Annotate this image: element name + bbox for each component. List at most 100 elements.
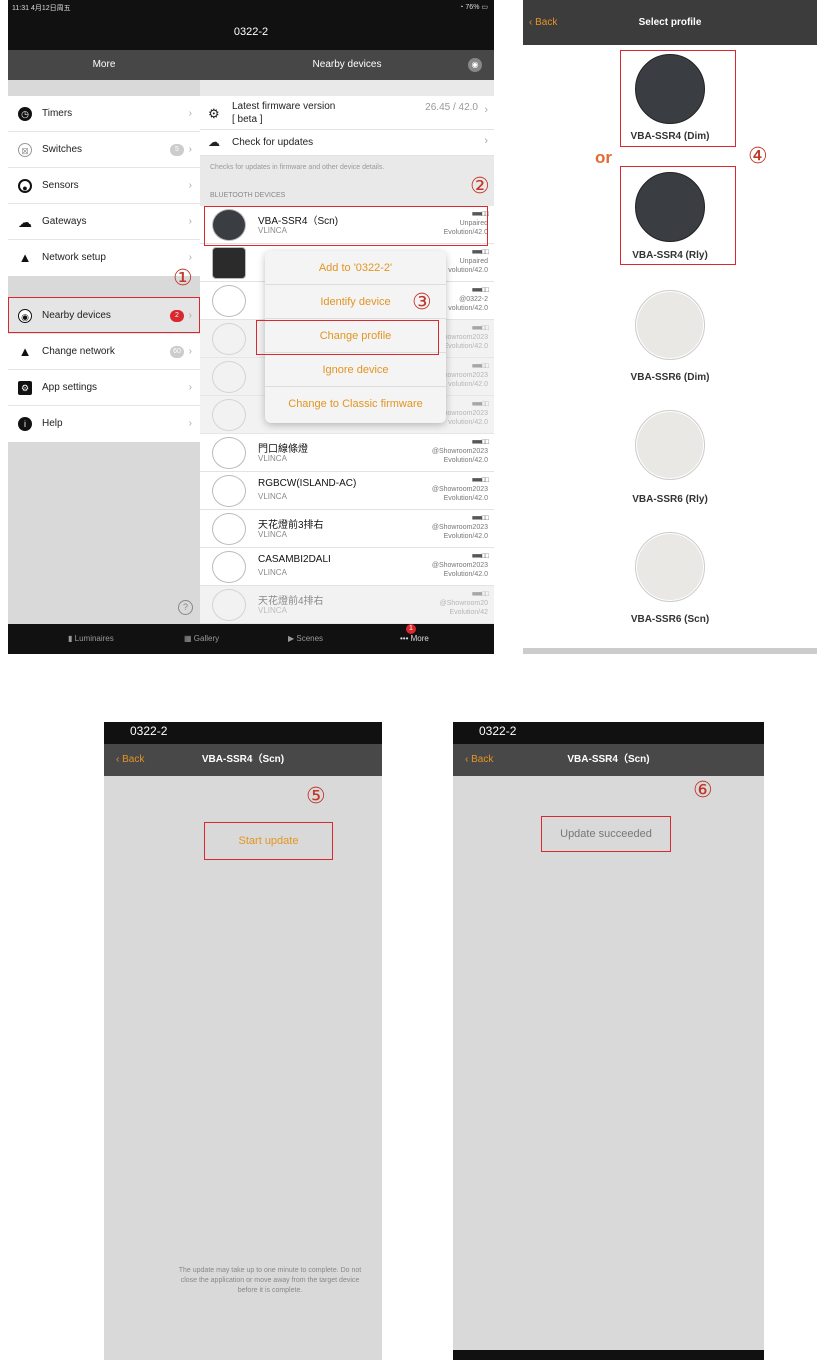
menu-item-label: Gateways xyxy=(42,216,87,227)
menu-item-timers[interactable]: ◷ Timers › xyxy=(8,96,200,132)
device-status: ■■■□□ @Showroom2023 Evolution/42.0 xyxy=(432,476,489,503)
start-update-button[interactable]: Start update xyxy=(204,822,333,860)
bluetooth-scan-icon[interactable]: ◉ xyxy=(468,58,482,72)
cloud-icon: ☁ xyxy=(208,135,220,149)
check-updates-row[interactable]: ☁ Check for updates › xyxy=(200,130,494,156)
firmware-row[interactable]: ⚙ Latest firmware version [ beta ] 26.45… xyxy=(200,96,494,130)
start-update-screen: 0322-2 ‹ Back VBA-SSR4（Scn) ⑤ Start upda… xyxy=(104,722,382,1360)
signal-strength-icon: ■■■□□ xyxy=(471,591,489,598)
device-name: 門口線條燈 xyxy=(258,444,308,455)
device-thumbnail xyxy=(212,437,246,469)
menu-item-label: Switches xyxy=(42,144,83,155)
lamp-icon: ▮ xyxy=(68,634,75,643)
gateway-icon: ☁ xyxy=(18,214,32,230)
tab-luminaires[interactable]: ▮ Luminaires xyxy=(68,634,114,643)
chevron-right-icon: › xyxy=(188,418,192,429)
profile-label[interactable]: VBA-SSR6 (Dim) xyxy=(523,372,817,383)
menu-item-sensors[interactable]: ● Sensors › xyxy=(8,168,200,204)
network-icon: ▲ xyxy=(18,250,32,265)
highlight-profile-rly xyxy=(620,166,736,265)
update-succeeded-screen: 0322-2 ‹ Back VBA-SSR4（Scn) ⑥ Update suc… xyxy=(453,722,764,1360)
device-thumbnail xyxy=(212,285,246,317)
tab-scenes[interactable]: ▶ Scenes xyxy=(288,634,323,643)
or-label: or xyxy=(595,148,612,167)
highlight-change-profile xyxy=(256,320,439,355)
device-thumbnail xyxy=(212,247,246,279)
step-6-marker: ⑥ xyxy=(693,778,713,803)
bottom-bar xyxy=(453,1350,764,1360)
status-time: 11:31 xyxy=(12,5,29,12)
profile-label[interactable]: VBA-SSR6 (Scn) xyxy=(523,614,817,625)
device-row[interactable]: RGBCW(ISLAND-AC) VLINCA ■■■□□ @Showroom2023… xyxy=(200,472,494,510)
profile-image-ssr6-rly[interactable] xyxy=(635,410,705,480)
menu-item-gateways[interactable]: ☁ Gateways › xyxy=(8,204,200,240)
device-firmware-line: Evolution/42.0 xyxy=(443,533,488,540)
menu-item-help[interactable]: i Help › xyxy=(8,406,200,442)
menu-item-app-settings[interactable]: ⚙ App settings › xyxy=(8,370,200,406)
back-button[interactable]: ‹ Back xyxy=(529,0,557,45)
device-status-line: @Showroom20 xyxy=(439,600,488,607)
signal-strength-icon: ■■■□□ xyxy=(471,287,489,294)
back-button[interactable]: ‹ Back xyxy=(465,744,493,776)
step-5-marker: ⑤ xyxy=(306,784,326,809)
gallery-icon: ▦ xyxy=(184,634,194,643)
device-name: 天花燈前3排右 xyxy=(258,520,324,531)
signal-strength-icon: ■■■□□ xyxy=(471,477,489,484)
device-name: RGBCW(ISLAND-AC) xyxy=(258,478,357,489)
bottom-divider xyxy=(523,648,817,654)
switches-icon: ⊠ xyxy=(18,143,32,157)
device-name: CASAMBI2DALI xyxy=(258,554,331,565)
menu-item-change-network[interactable]: ▲ Change network 60 › xyxy=(8,334,200,370)
menu-item-label: Help xyxy=(42,418,63,429)
back-label: Back xyxy=(122,754,145,765)
chevron-right-icon: › xyxy=(188,216,192,227)
step-3-marker: ③ xyxy=(412,290,432,315)
back-label: Back xyxy=(471,754,494,765)
menu-item-network-setup[interactable]: ▲ Network setup › xyxy=(8,240,200,276)
count-badge: 5 xyxy=(170,144,184,156)
profile-image-ssr6-scn[interactable] xyxy=(635,532,705,602)
network-title: 0322-2 xyxy=(104,722,382,744)
tab-label: More xyxy=(410,634,429,643)
menu-item-label: Network setup xyxy=(42,252,106,263)
device-status: ■■■□□ Unpaired volution/42.0 xyxy=(448,248,489,275)
info-icon: i xyxy=(18,417,32,431)
device-vendor: VLINCA xyxy=(258,606,287,615)
device-row[interactable]: 天花燈前4排右 VLINCA ■■■□□ @Showroom20 Evolution/4… xyxy=(200,586,494,624)
chevron-right-icon: › xyxy=(188,382,192,393)
device-row[interactable]: 天花燈前3排右 VLINCA ■■■□□ @Showroom2023 Evolution… xyxy=(200,510,494,548)
device-row[interactable]: CASAMBI2DALI VLINCA ■■■□□ @Showroom2023 Evol… xyxy=(200,548,494,586)
device-thumbnail xyxy=(212,589,246,621)
tab-more[interactable]: ••• More 1 xyxy=(400,624,429,643)
profile-image-ssr6-dim[interactable] xyxy=(635,290,705,360)
tab-gallery[interactable]: ▦ Gallery xyxy=(184,634,219,643)
device-firmware-line: Evolution/42.0 xyxy=(443,495,488,502)
update-note: The update may take up to one minute to … xyxy=(178,1267,362,1294)
status-date: 4月12日周五 xyxy=(30,5,71,12)
device-vendor: VLINCA xyxy=(258,530,287,539)
profile-label[interactable]: VBA-SSR6 (Rly) xyxy=(523,494,817,505)
more-header: More xyxy=(8,50,200,80)
device-status: ■■■□□ howroom2023 volution/42.0 xyxy=(443,400,489,427)
menu-item-label: Sensors xyxy=(42,180,79,191)
back-label: Back xyxy=(535,17,558,28)
device-row[interactable]: 門口線條燈 VLINCA ■■■□□ @Showroom2023 Evolution/4… xyxy=(200,434,494,472)
more-icon: ••• xyxy=(400,634,411,643)
device-status-line: howroom2023 xyxy=(443,410,488,417)
ignore-device-button[interactable]: Ignore device xyxy=(265,353,446,387)
device-status-line: howroom2023 xyxy=(443,372,488,379)
more-badge: 1 xyxy=(406,624,416,634)
help-icon[interactable]: ? xyxy=(178,600,193,615)
chevron-right-icon: › xyxy=(484,104,488,116)
add-to-network-button[interactable]: Add to '0322-2' xyxy=(265,251,446,285)
menu-item-switches[interactable]: ⊠ Switches 5 › xyxy=(8,132,200,168)
device-firmware-line: Evolution/42.0 xyxy=(443,457,488,464)
device-firmware-line: Evolution/42 xyxy=(449,609,488,616)
device-thumbnail xyxy=(212,513,246,545)
back-button[interactable]: ‹ Back xyxy=(116,744,144,776)
change-classic-firmware-button[interactable]: Change to Classic firmware xyxy=(265,387,446,421)
update-status: Update succeeded xyxy=(541,816,671,852)
chevron-right-icon: › xyxy=(188,346,192,357)
device-firmware-line: Evolution/42.0 xyxy=(443,571,488,578)
device-status-line: @0322-2 xyxy=(459,296,488,303)
